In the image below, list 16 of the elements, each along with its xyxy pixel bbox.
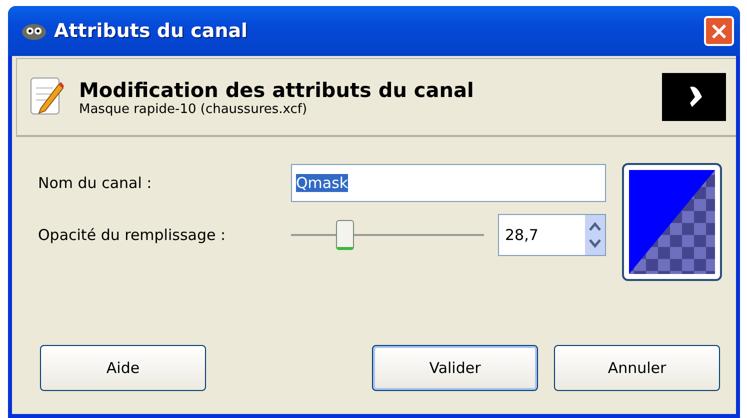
close-button[interactable]: × xyxy=(704,16,734,46)
slider-thumb[interactable] xyxy=(336,220,354,250)
header-subtitle: Masque rapide-10 (chaussures.xcf) xyxy=(79,102,308,116)
header-title: Modification des attributs du canal xyxy=(79,78,475,102)
channel-color-preview[interactable] xyxy=(622,163,722,281)
dialog-button[interactable]: Annuler xyxy=(554,345,720,391)
channel-logo-icon xyxy=(662,73,726,121)
spin-arrows-icon[interactable] xyxy=(585,215,605,255)
dialog-button[interactable]: Valider xyxy=(372,345,538,391)
opacity-spin-field[interactable]: 28,7 xyxy=(498,214,606,256)
field-label: Nom du canal : xyxy=(38,174,153,192)
field-label: Opacité du remplissage : xyxy=(38,226,227,244)
channel-name-field[interactable]: Qmask xyxy=(291,164,606,202)
mascot-icon xyxy=(20,21,48,41)
window-title: Attributs du canal xyxy=(54,20,249,42)
dialog-button[interactable]: Aide xyxy=(40,345,206,391)
